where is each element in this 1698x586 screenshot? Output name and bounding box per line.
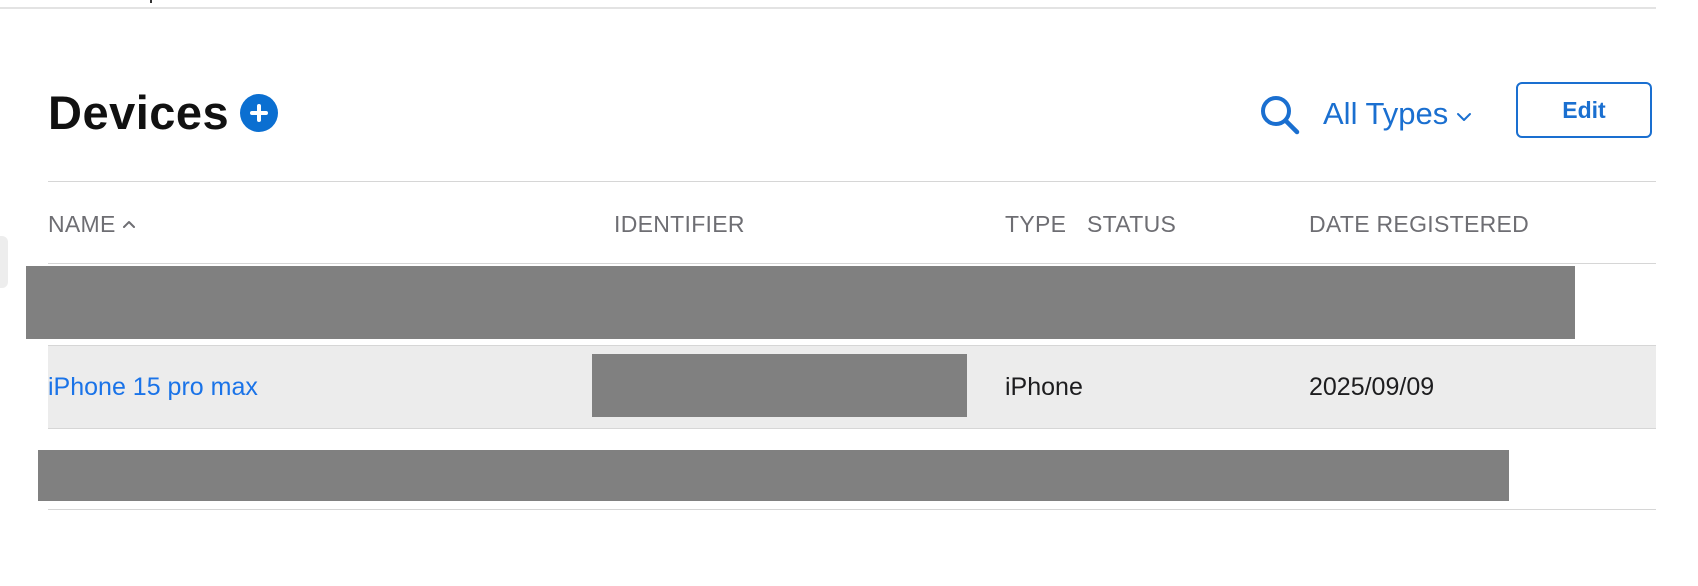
table-top-divider xyxy=(48,181,1656,182)
page-header: Devices All Types Edit xyxy=(48,80,1656,150)
row-divider xyxy=(48,428,1656,429)
edit-button[interactable]: Edit xyxy=(1516,82,1652,138)
redacted-identifier-cell xyxy=(592,354,967,417)
redacted-table-row xyxy=(38,450,1509,501)
column-header-type[interactable]: TYPE xyxy=(1005,206,1066,242)
top-divider xyxy=(0,7,1656,9)
column-header-name[interactable]: NAME xyxy=(48,206,136,242)
column-header-identifier[interactable]: IDENTIFIER xyxy=(614,206,745,242)
column-header-date-registered[interactable]: DATE REGISTERED xyxy=(1309,206,1529,242)
top-edge-mark xyxy=(150,0,152,3)
add-device-button[interactable] xyxy=(240,94,278,132)
search-icon[interactable] xyxy=(1258,93,1302,137)
chevron-down-icon xyxy=(1457,113,1472,121)
column-header-name-label: NAME xyxy=(48,211,116,237)
page-title: Devices xyxy=(48,86,230,139)
device-type-cell: iPhone xyxy=(1005,373,1083,401)
type-filter-dropdown[interactable]: All Types xyxy=(1323,92,1472,136)
chevron-up-icon xyxy=(122,220,135,228)
side-panel-handle[interactable] xyxy=(0,236,8,288)
redacted-table-row xyxy=(26,266,1575,339)
header-divider xyxy=(48,263,1656,264)
column-header-status[interactable]: STATUS xyxy=(1087,206,1176,242)
device-date-registered-cell: 2025/09/09 xyxy=(1309,373,1435,401)
table-bottom-divider xyxy=(48,509,1656,510)
type-filter-label: All Types xyxy=(1323,96,1449,131)
device-name-link[interactable]: iPhone 15 pro max xyxy=(48,370,258,404)
